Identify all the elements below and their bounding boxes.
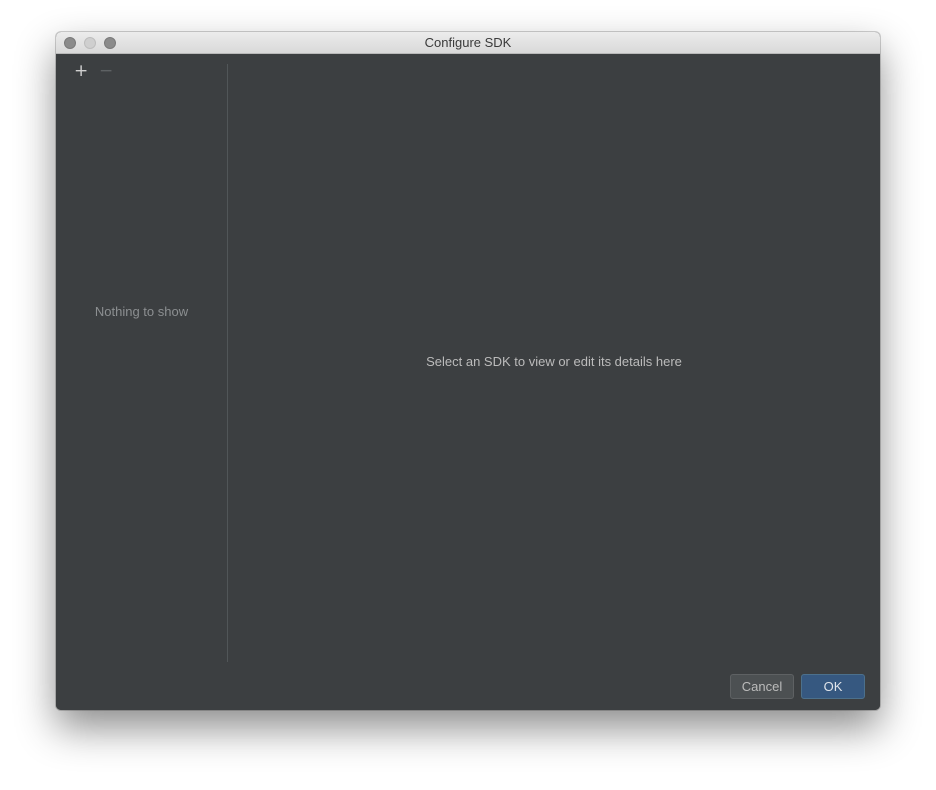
sdk-list-panel[interactable]: Nothing to show (56, 84, 227, 682)
ok-button[interactable]: OK (801, 674, 865, 699)
title-bar[interactable]: Configure SDK (56, 32, 880, 54)
dialog-content: + − Nothing to show Select an SDK to vie… (56, 54, 880, 710)
remove-sdk-button[interactable]: − (99, 63, 113, 80)
add-sdk-button[interactable]: + (74, 63, 88, 80)
window-title: Configure SDK (424, 35, 512, 50)
sdk-list-empty-text: Nothing to show (94, 304, 189, 319)
configure-sdk-dialog: Configure SDK + − Nothing to show Select… (56, 32, 880, 710)
details-empty-text: Select an SDK to view or edit its detail… (426, 354, 682, 369)
cancel-button[interactable]: Cancel (730, 674, 794, 699)
